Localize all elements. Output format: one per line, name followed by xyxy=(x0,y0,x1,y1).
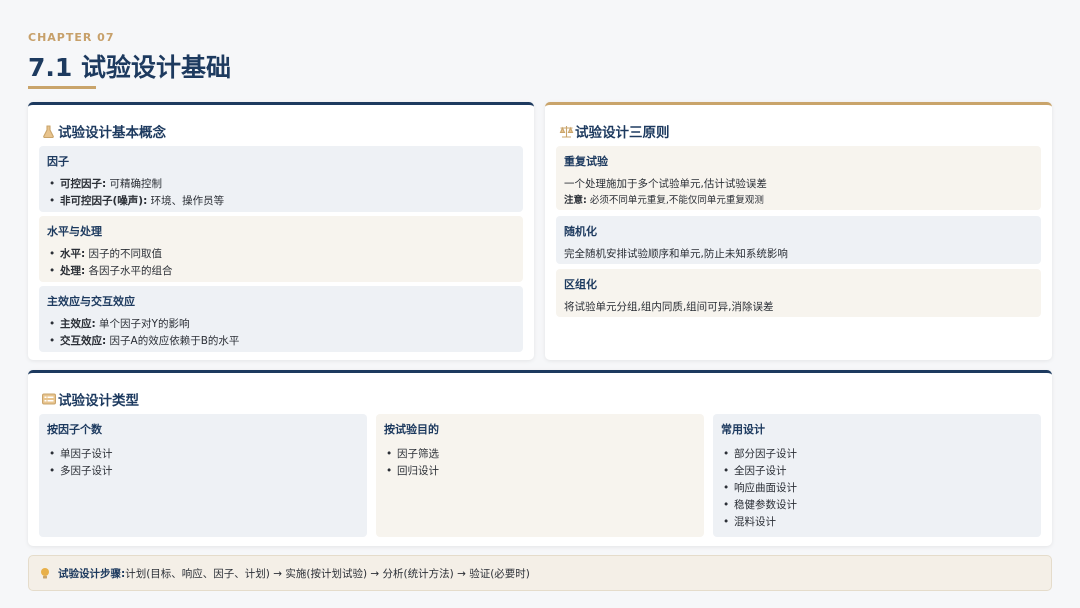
principle-box-replication: 重复试验 一个处理施加于多个试验单元,估计试验误差 注意: 必须不同单元重复,不… xyxy=(556,146,1041,210)
principle-text: 一个处理施加于多个试验单元,估计试验误差 xyxy=(564,178,767,190)
chapter-label: CHAPTER 07 xyxy=(28,31,115,44)
concepts-card: 试验设计基本概念 因子 可控因子: 可精确控制 非可控因子(噪声): 环境、操作… xyxy=(28,102,534,360)
lightbulb-icon xyxy=(39,567,52,580)
list-item: 回归设计 xyxy=(384,463,696,480)
concept-box-effects: 主效应与交互效应 主效应: 单个因子对Y的影响 交互效应: 因子A的效应依赖于B… xyxy=(39,286,523,352)
steps-footer: 试验设计步骤: 计划(目标、响应、因子、计划) → 实施(按计划试验) → 分析… xyxy=(28,555,1052,591)
principle-box-title: 随机化 xyxy=(564,225,597,238)
list-item: 因子筛选 xyxy=(384,446,696,463)
principles-card-title: 试验设计三原则 xyxy=(575,125,670,141)
types-column-title: 按试验目的 xyxy=(384,423,439,436)
steps-text: 计划(目标、响应、因子、计划) → 实施(按计划试验) → 分析(统计方法) →… xyxy=(125,567,530,580)
principles-card-header: 试验设计三原则 xyxy=(559,121,670,141)
list-item: 多因子设计 xyxy=(47,463,359,480)
concepts-card-title: 试验设计基本概念 xyxy=(58,125,166,141)
list-item: 水平: 因子的不同取值 xyxy=(47,246,515,263)
principle-note: 注意: 必须不同单元重复,不能仅同单元重复观测 xyxy=(564,195,764,206)
concept-box-level: 水平与处理 水平: 因子的不同取值 处理: 各因子水平的组合 xyxy=(39,216,523,282)
list-item: 可控因子: 可精确控制 xyxy=(47,176,515,193)
list-card-icon xyxy=(42,393,56,406)
concept-box-factor: 因子 可控因子: 可精确控制 非可控因子(噪声): 环境、操作员等 xyxy=(39,146,523,212)
list-item: 交互效应: 因子A的效应依赖于B的水平 xyxy=(47,333,515,350)
principle-box-title: 重复试验 xyxy=(564,155,608,168)
title-underline xyxy=(28,86,96,89)
types-column-title: 常用设计 xyxy=(721,423,765,436)
flask-icon xyxy=(42,124,55,138)
types-card-title: 试验设计类型 xyxy=(58,393,139,409)
balance-scale-icon xyxy=(559,125,574,138)
principle-box-randomization: 随机化 完全随机安排试验顺序和单元,防止未知系统影响 xyxy=(556,216,1041,264)
list-item: 单因子设计 xyxy=(47,446,359,463)
principle-text: 完全随机安排试验顺序和单元,防止未知系统影响 xyxy=(564,248,788,260)
concept-box-title: 因子 xyxy=(47,155,69,168)
list-item: 混料设计 xyxy=(721,514,1033,531)
types-column-by-purpose: 按试验目的 因子筛选 回归设计 xyxy=(376,414,704,537)
list-item: 部分因子设计 xyxy=(721,446,1033,463)
list-item: 全因子设计 xyxy=(721,463,1033,480)
page-title: 7.1 试验设计基础 xyxy=(28,53,231,82)
types-column-by-factor-count: 按因子个数 单因子设计 多因子设计 xyxy=(39,414,367,537)
types-card: 试验设计类型 按因子个数 单因子设计 多因子设计 按试验目的 因子筛选 回归设计… xyxy=(28,370,1052,546)
concept-box-title: 主效应与交互效应 xyxy=(47,295,135,308)
types-card-header: 试验设计类型 xyxy=(42,389,139,409)
principle-box-title: 区组化 xyxy=(564,278,597,291)
principles-card: 试验设计三原则 重复试验 一个处理施加于多个试验单元,估计试验误差 注意: 必须… xyxy=(545,102,1052,360)
types-column-common: 常用设计 部分因子设计 全因子设计 响应曲面设计 稳健参数设计 混料设计 xyxy=(713,414,1041,537)
list-item: 响应曲面设计 xyxy=(721,480,1033,497)
principle-text: 将试验单元分组,组内同质,组间可异,消除误差 xyxy=(564,301,774,313)
list-item: 稳健参数设计 xyxy=(721,497,1033,514)
concept-box-title: 水平与处理 xyxy=(47,225,102,238)
list-item: 处理: 各因子水平的组合 xyxy=(47,263,515,280)
steps-label: 试验设计步骤: xyxy=(58,567,126,580)
types-column-title: 按因子个数 xyxy=(47,423,102,436)
principle-box-blocking: 区组化 将试验单元分组,组内同质,组间可异,消除误差 xyxy=(556,269,1041,317)
list-item: 非可控因子(噪声): 环境、操作员等 xyxy=(47,193,515,210)
concepts-card-header: 试验设计基本概念 xyxy=(42,121,166,141)
list-item: 主效应: 单个因子对Y的影响 xyxy=(47,316,515,333)
